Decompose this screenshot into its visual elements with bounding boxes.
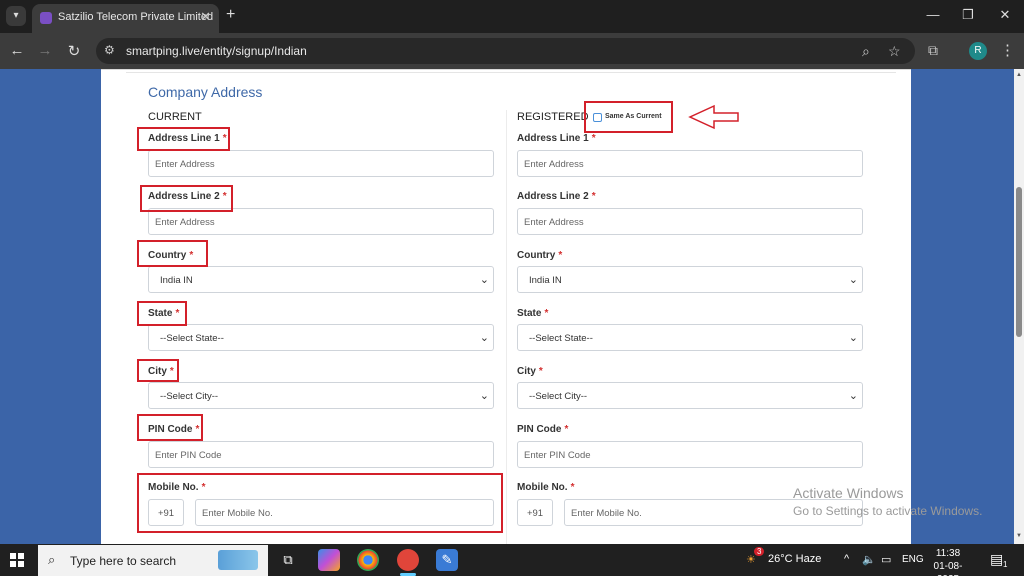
zoom-icon[interactable]: ⌕ — [862, 43, 870, 60]
highlight-box — [137, 240, 208, 267]
current-address1-input[interactable]: Enter Address — [148, 150, 494, 177]
windows-taskbar: ⌕ Type here to search ⧉ ✎ ☀ 3 26°C Haze … — [0, 544, 1024, 576]
column-divider — [506, 110, 507, 545]
activate-windows-subtitle: Go to Settings to activate Windows. — [793, 504, 983, 518]
restore-icon[interactable]: ❐ — [958, 7, 978, 23]
extensions-puzzle-icon[interactable]: ⧉ — [928, 42, 938, 59]
chevron-down-icon: ⌄ — [479, 390, 489, 402]
back-arrow-icon[interactable]: ← — [8, 42, 26, 59]
search-icon: ⌕ — [48, 552, 56, 567]
tab-close-icon[interactable]: ✕ — [200, 9, 211, 25]
clock-date: 01-08-2025 — [933, 561, 963, 576]
taskbar-search-placeholder: Type here to search — [70, 554, 177, 568]
current-country-select[interactable]: India IN ⌄ — [148, 266, 494, 293]
task-view-icon[interactable]: ⧉ — [277, 549, 299, 571]
registered-mobile-prefix: +91 — [517, 499, 553, 526]
chevron-down-icon: ⌄ — [479, 274, 489, 286]
windows-start-icon[interactable] — [10, 553, 24, 567]
registered-country-select[interactable]: India IN ⌄ — [517, 266, 863, 293]
search-highlight-image — [218, 550, 258, 570]
highlight-box — [137, 127, 230, 151]
registered-mobile-label: Mobile No. * — [517, 482, 575, 493]
speaker-icon[interactable]: 🔈 — [862, 553, 876, 566]
chevron-up-icon[interactable]: ^ — [844, 553, 849, 565]
registered-address1-label: Address Line 1 * — [517, 133, 596, 144]
reload-icon[interactable]: ↻ — [65, 42, 83, 60]
chrome-icon[interactable] — [357, 549, 379, 571]
scroll-down-icon[interactable]: ▼ — [1016, 533, 1022, 539]
registered-country-label: Country * — [517, 250, 563, 261]
current-city-select[interactable]: --Select City-- ⌄ — [148, 382, 494, 409]
chevron-down-icon: ⌄ — [848, 274, 858, 286]
chrome-profile-icon[interactable] — [397, 549, 419, 571]
window-close-icon[interactable]: ✕ — [995, 7, 1015, 23]
annotation-arrow-icon — [688, 104, 739, 130]
scroll-up-icon[interactable]: ▲ — [1016, 72, 1022, 78]
signup-form-card: Company Address CURRENT REGISTERED Same … — [101, 69, 911, 545]
new-tab-plus-icon[interactable]: + — [226, 6, 235, 24]
registered-state-select[interactable]: --Select State-- ⌄ — [517, 324, 863, 351]
browser-toolbar: ← → ↻ ⚙ smartping.live/entity/signup/Ind… — [0, 33, 1024, 69]
copilot-icon[interactable] — [318, 549, 340, 571]
registered-pin-input[interactable]: Enter PIN Code — [517, 441, 863, 468]
activate-windows-title: Activate Windows — [793, 485, 904, 501]
browser-tab-bar: ▾ Satzilio Telecom Private Limited ✕ + —… — [0, 0, 1024, 33]
weather-text[interactable]: 26°C Haze — [768, 553, 821, 565]
notification-count: 1 — [1003, 560, 1008, 569]
minimize-icon[interactable]: — — [923, 7, 943, 22]
forward-arrow-icon[interactable]: → — [36, 42, 54, 59]
chevron-down-icon: ⌄ — [479, 332, 489, 344]
clock-time: 11:38 — [935, 548, 961, 559]
page-scrollbar[interactable]: ▲ ▼ — [1014, 69, 1024, 544]
url-text: smartping.live/entity/signup/Indian — [126, 44, 307, 58]
current-pin-input[interactable]: Enter PIN Code — [148, 441, 494, 468]
chevron-down-icon: ⌄ — [848, 390, 858, 402]
highlight-box — [137, 359, 179, 382]
site-settings-icon[interactable]: ⚙ — [104, 43, 115, 57]
registered-city-label: City * — [517, 366, 543, 377]
registered-address1-input[interactable]: Enter Address — [517, 150, 863, 177]
tab-title: Satzilio Telecom Private Limited — [58, 11, 214, 23]
weather-badge: 3 — [754, 547, 765, 556]
highlight-box — [137, 301, 187, 326]
taskbar-search-box[interactable]: ⌕ Type here to search — [38, 545, 268, 576]
registered-city-select[interactable]: --Select City-- ⌄ — [517, 382, 863, 409]
weather-icon[interactable]: ☀ — [746, 553, 756, 566]
site-favicon-icon — [40, 12, 52, 24]
registered-pin-label: PIN Code * — [517, 424, 569, 435]
current-address2-input[interactable]: Enter Address — [148, 208, 494, 235]
notification-icon[interactable]: ▤ — [990, 551, 1003, 568]
current-column-title: CURRENT — [148, 111, 202, 123]
registered-address2-input[interactable]: Enter Address — [517, 208, 863, 235]
divider — [126, 72, 896, 73]
registered-state-label: State * — [517, 308, 549, 319]
network-icon[interactable]: ▭ — [881, 553, 891, 566]
profile-avatar[interactable]: R — [969, 42, 987, 60]
page-viewport: Company Address CURRENT REGISTERED Same … — [0, 69, 1014, 545]
highlight-box — [584, 101, 673, 133]
current-state-select[interactable]: --Select State-- ⌄ — [148, 324, 494, 351]
browser-tab[interactable]: Satzilio Telecom Private Limited ✕ — [32, 4, 219, 33]
highlight-box — [140, 185, 233, 212]
tab-search-chevron-icon[interactable]: ▾ — [6, 6, 26, 26]
bookmark-star-icon[interactable]: ☆ — [888, 43, 901, 60]
registered-address2-label: Address Line 2 * — [517, 191, 596, 202]
chevron-down-icon: ⌄ — [848, 332, 858, 344]
registered-column-title: REGISTERED — [517, 111, 589, 123]
scroll-thumb[interactable] — [1016, 187, 1022, 337]
address-bar[interactable]: ⚙ smartping.live/entity/signup/Indian ⌕ … — [96, 38, 915, 64]
language-indicator[interactable]: ENG — [902, 554, 924, 565]
highlight-box — [137, 414, 203, 441]
menu-kebab-icon[interactable]: ⋮ — [1000, 41, 1015, 59]
paint-icon[interactable]: ✎ — [436, 549, 458, 571]
section-title: Company Address — [148, 84, 263, 100]
highlight-box — [137, 473, 503, 533]
system-clock[interactable]: 11:38 01-08-2025 — [930, 547, 966, 576]
